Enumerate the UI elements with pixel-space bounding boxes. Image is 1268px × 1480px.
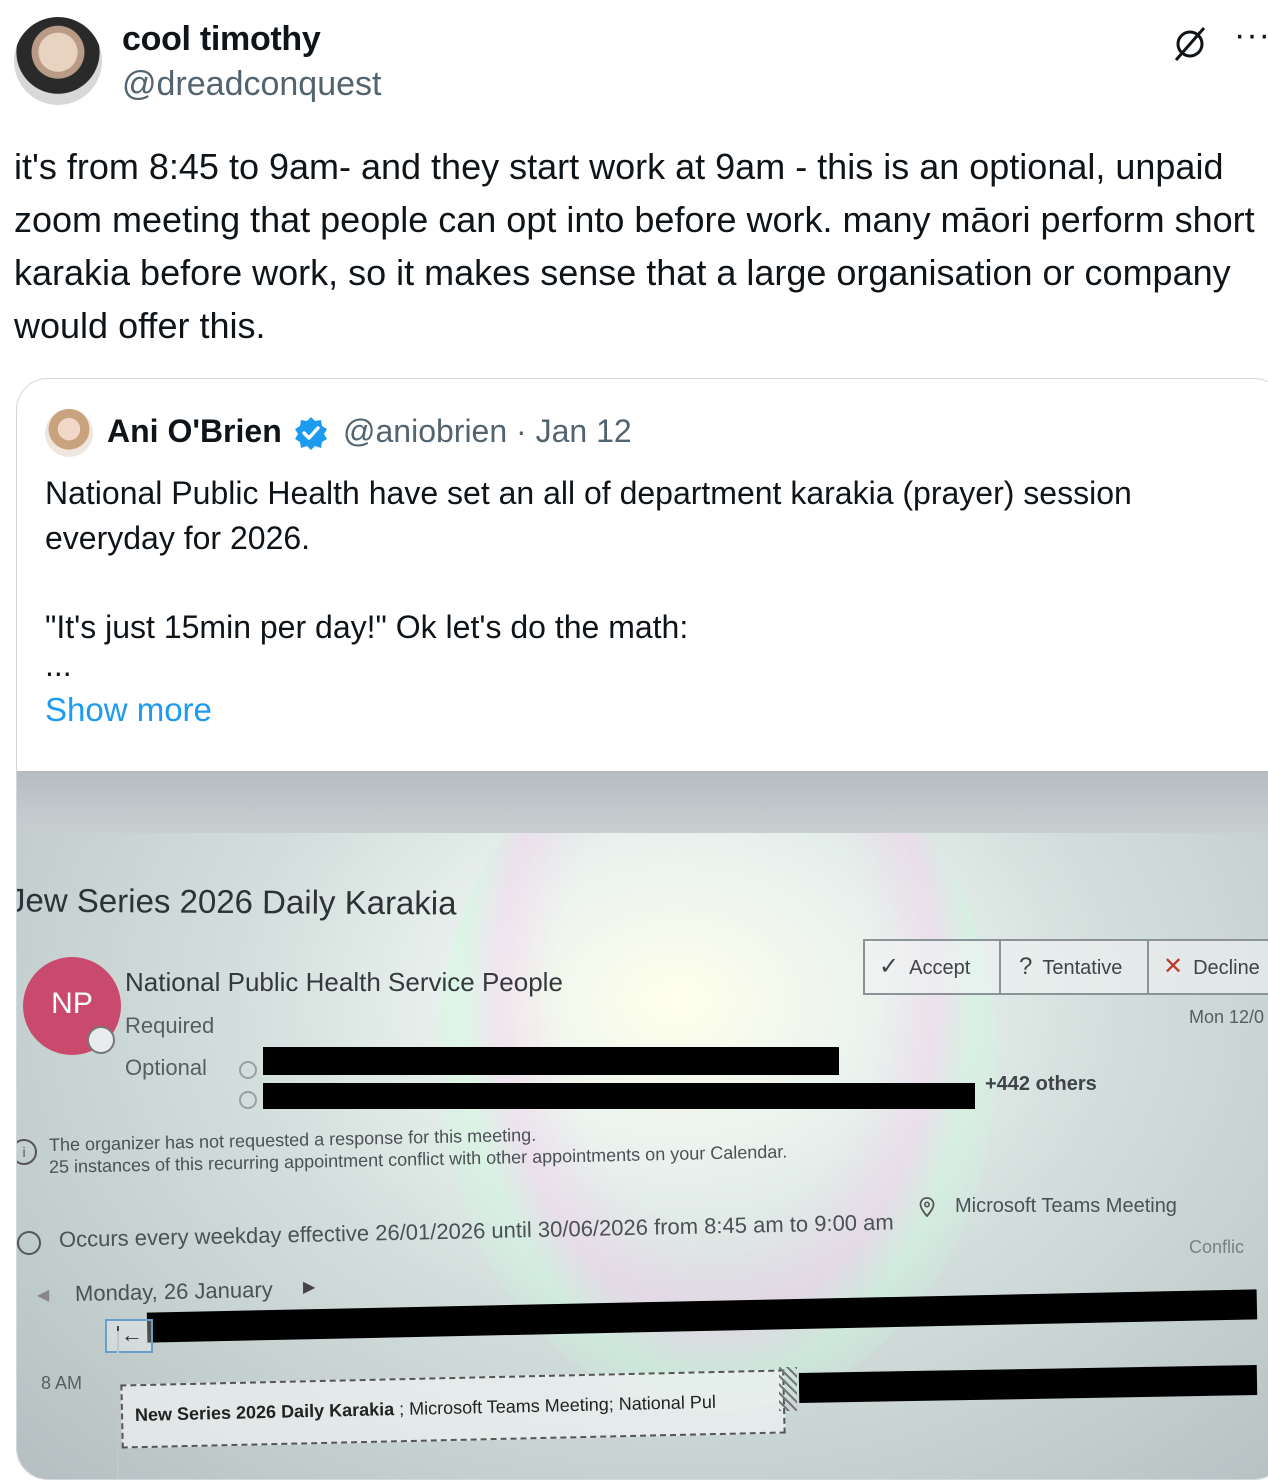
check-icon: ✓ — [879, 953, 900, 980]
next-day-icon[interactable]: ▶ — [303, 1277, 315, 1297]
required-label: Required — [125, 1013, 215, 1038]
quoted-text: National Public Health have set an all o… — [45, 471, 1245, 694]
recurring-stripe — [779, 1367, 797, 1411]
calendar-day: Monday, 26 January — [74, 1276, 273, 1306]
quoted-photo[interactable]: Jew Series 2026 Daily Karakia NP Nationa… — [17, 771, 1268, 1479]
tweet-text: it's from 8:45 to 9am- and they start wo… — [14, 140, 1264, 352]
meeting-location: Microsoft Teams Meeting — [955, 1195, 1177, 1217]
optional-label: Optional — [125, 1055, 207, 1080]
author-handle[interactable]: @dreadconquest — [122, 65, 381, 104]
quoted-tweet[interactable]: Ani O'Brien @aniobrien · Jan 12 National… — [16, 378, 1268, 1480]
conflict-label: Conflic — [1189, 1237, 1245, 1257]
photo-top-band — [17, 771, 1268, 833]
redaction-bar — [798, 1365, 1258, 1403]
tentative-button[interactable]: ? Tentative — [1019, 941, 1122, 993]
tweet-paragraph: it's from 8:45 to 9am- and they start wo… — [14, 146, 1255, 346]
quoted-author-name[interactable]: Ani O'Brien — [107, 413, 282, 450]
close-icon: ✕ — [1163, 953, 1184, 980]
quoted-ellipsis: ... — [45, 647, 72, 683]
quoted-handle-date[interactable]: @aniobrien · Jan 12 — [343, 413, 632, 450]
quoted-paragraph-2: "It's just 15min per day!" Ok let's do t… — [45, 609, 689, 645]
decline-label: Decline — [1193, 957, 1260, 979]
meeting-title: Jew Series 2026 Daily Karakia — [17, 881, 457, 922]
attendee-status-icon — [239, 1091, 257, 1109]
quoted-paragraph-1: National Public Health have set an all o… — [45, 475, 1132, 556]
redaction-bar — [263, 1083, 975, 1109]
tentative-label: Tentative — [1042, 957, 1123, 979]
verified-badge-icon — [295, 417, 327, 450]
prev-day-icon[interactable]: ◀ — [37, 1285, 49, 1305]
attendee-status-icon — [239, 1061, 257, 1079]
response-buttons: ✓ Accept ? Tentative ✕ Decline — [863, 939, 1268, 995]
redaction-bar — [263, 1047, 839, 1075]
calendar-divider — [117, 1331, 119, 1479]
show-more-link[interactable]: Show more — [45, 691, 212, 729]
more-icon[interactable]: ··· — [1234, 16, 1268, 55]
question-icon: ? — [1019, 953, 1033, 980]
quoted-avatar[interactable] — [45, 409, 93, 457]
hour-label: 8 AM — [41, 1373, 83, 1393]
presence-dot — [87, 1026, 115, 1054]
author-avatar[interactable] — [14, 17, 102, 105]
sent-date: Mon 12/0 — [1189, 1007, 1265, 1027]
info-icon: i — [17, 1139, 37, 1165]
decline-button[interactable]: ✕ Decline — [1163, 941, 1260, 993]
accept-button[interactable]: ✓ Accept — [879, 941, 970, 993]
organizer-name: National Public Health Service People — [125, 967, 563, 997]
back-arrow-button[interactable]: |← — [105, 1319, 153, 1353]
others-count: +442 others — [985, 1073, 1097, 1095]
author-name[interactable]: cool timothy — [122, 20, 321, 59]
location-pin-icon — [919, 1197, 935, 1217]
recurrence-icon — [17, 1231, 41, 1255]
grok-icon[interactable] — [1170, 24, 1210, 64]
accept-label: Accept — [909, 957, 971, 979]
